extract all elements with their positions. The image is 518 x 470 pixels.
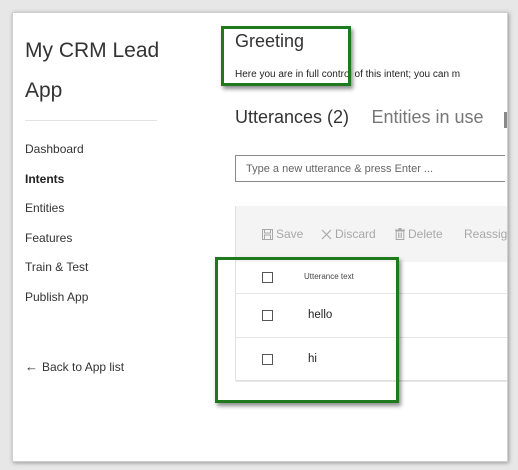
sidebar-item-dashboard[interactable]: Dashboard — [25, 139, 88, 169]
delete-button[interactable]: Delete — [395, 227, 443, 241]
annotation-box-utterances — [215, 257, 399, 403]
back-to-app-list-link[interactable]: ← Back to App list — [25, 359, 124, 374]
app-window: My CRM Lead App Dashboard Intents Entiti… — [12, 12, 508, 462]
tab-entities-in-use[interactable]: Entities in use — [372, 107, 484, 128]
tab-utterances[interactable]: Utterances (2) — [235, 107, 349, 128]
save-button[interactable]: Save — [262, 227, 303, 241]
utterance-input[interactable] — [235, 155, 505, 182]
back-link-label: Back to App list — [42, 360, 125, 374]
app-title: My CRM Lead App — [25, 39, 160, 102]
delete-label: Delete — [408, 227, 443, 241]
sidebar-item-entities[interactable]: Entities — [25, 198, 88, 228]
reassign-button[interactable]: Reassig — [464, 227, 507, 241]
discard-label: Discard — [335, 227, 376, 241]
sidebar-nav: Dashboard Intents Entities Features Trai… — [25, 139, 88, 316]
arrow-left-icon: ← — [25, 359, 38, 374]
sidebar-item-intents[interactable]: Intents — [25, 169, 88, 199]
sidebar-item-features[interactable]: Features — [25, 228, 88, 258]
save-label: Save — [276, 227, 304, 241]
grid-toolbar: Save Discard Delete Reassig — [236, 206, 507, 262]
close-icon — [321, 229, 332, 240]
trash-icon — [395, 228, 405, 240]
sidebar-item-publish-app[interactable]: Publish App — [25, 287, 88, 317]
discard-button[interactable]: Discard — [321, 227, 376, 241]
sidebar-divider — [25, 120, 157, 121]
save-icon — [262, 229, 273, 240]
reassign-label: Reassig — [464, 227, 508, 241]
annotation-box-intent-title — [221, 26, 351, 86]
sidebar-item-train-test[interactable]: Train & Test — [25, 257, 88, 287]
tab-bar: Utterances (2) Entities in use — [235, 107, 502, 128]
tab-overflow-indicator — [504, 112, 507, 128]
